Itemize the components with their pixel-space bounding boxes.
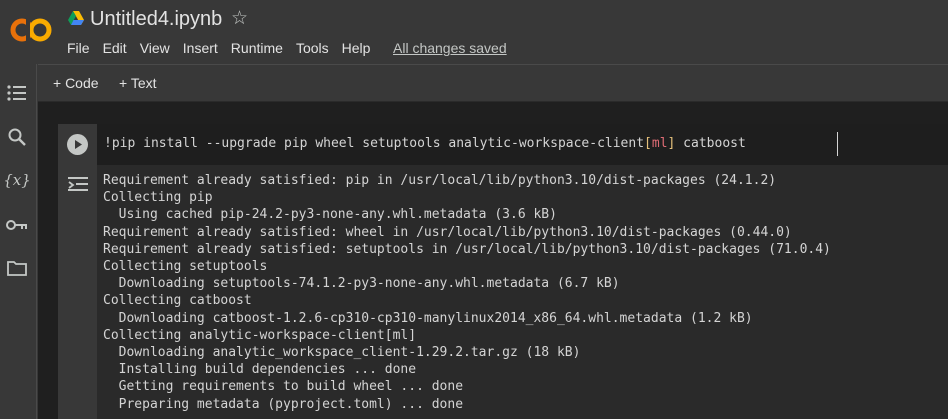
menu-tools[interactable]: Tools	[296, 40, 329, 56]
output-line: Requirement already satisfied: setuptool…	[103, 241, 831, 257]
menu-view[interactable]: View	[140, 40, 170, 56]
secrets-key-icon[interactable]	[5, 214, 29, 236]
menu-runtime[interactable]: Runtime	[231, 40, 283, 56]
output-line: Installing build dependencies ... done	[103, 362, 417, 378]
output-line: Requirement already satisfied: pip in /u…	[103, 173, 777, 188]
code-command: !pip install --upgrade pip wheel setupto…	[104, 136, 645, 151]
notebook-title[interactable]: Untitled4.ipynb	[90, 8, 222, 31]
text-cursor	[837, 132, 838, 156]
menu-edit[interactable]: Edit	[103, 40, 127, 56]
output-line: Collecting catboost	[103, 293, 252, 309]
output-line: Downloading analytic_workspace_client-1.…	[103, 345, 581, 361]
save-status-link[interactable]: All changes saved	[393, 40, 507, 56]
output-line: Requirement already satisfied: wheel in …	[103, 224, 792, 240]
code-bracket-open: [	[644, 136, 652, 151]
code-package: catboost	[675, 136, 746, 151]
menu-help[interactable]: Help	[342, 40, 371, 56]
variables-icon[interactable]: {x}	[3, 169, 31, 191]
play-icon	[75, 140, 82, 149]
code-extra: ml	[651, 136, 668, 151]
output-line: Collecting setuptools	[103, 259, 268, 275]
output-line: Collecting pip	[103, 190, 213, 206]
run-cell-button[interactable]	[67, 134, 88, 155]
code-cell[interactable]: !pip install --upgrade pip wheel setupto…	[58, 124, 948, 419]
notebook-area: !pip install --upgrade pip wheel setupto…	[38, 102, 948, 419]
menu-insert[interactable]: Insert	[183, 40, 218, 56]
star-icon[interactable]: ☆	[231, 7, 248, 30]
clear-output-icon[interactable]	[67, 176, 89, 192]
table-of-contents-icon[interactable]	[5, 82, 29, 104]
output-line: Using cached pip-24.2-py3-none-any.whl.m…	[103, 207, 557, 223]
search-icon[interactable]	[5, 126, 29, 148]
output-line: Downloading catboost-1.2.6-cp310-cp310-m…	[103, 310, 753, 326]
cell-output: Requirement already satisfied: pip in /u…	[103, 172, 948, 413]
output-line: Preparing metadata (pyproject.toml) ... …	[103, 396, 464, 412]
cell-gutter	[58, 124, 97, 419]
add-code-cell-button[interactable]: + Code	[53, 75, 99, 91]
add-text-cell-button[interactable]: + Text	[119, 75, 157, 91]
google-drive-icon[interactable]	[68, 11, 84, 25]
left-sidebar: {x}	[0, 64, 37, 419]
output-line: Downloading setuptools-74.1.2-py3-none-a…	[103, 276, 620, 292]
code-editor[interactable]: !pip install --upgrade pip wheel setupto…	[97, 124, 948, 165]
output-line: Getting requirements to build wheel ... …	[103, 379, 464, 395]
colab-logo-icon[interactable]	[10, 15, 52, 45]
output-line: Collecting analytic-workspace-client[ml]	[103, 327, 417, 343]
menu-file[interactable]: File	[67, 40, 90, 56]
header: Untitled4.ipynb ☆ File Edit View Insert …	[0, 0, 948, 64]
menu-bar: File Edit View Insert Runtime Tools Help	[67, 40, 383, 56]
files-folder-icon[interactable]	[5, 257, 29, 279]
notebook-toolbar: + Code + Text	[38, 64, 948, 102]
code-line[interactable]: !pip install --upgrade pip wheel setupto…	[104, 136, 746, 151]
